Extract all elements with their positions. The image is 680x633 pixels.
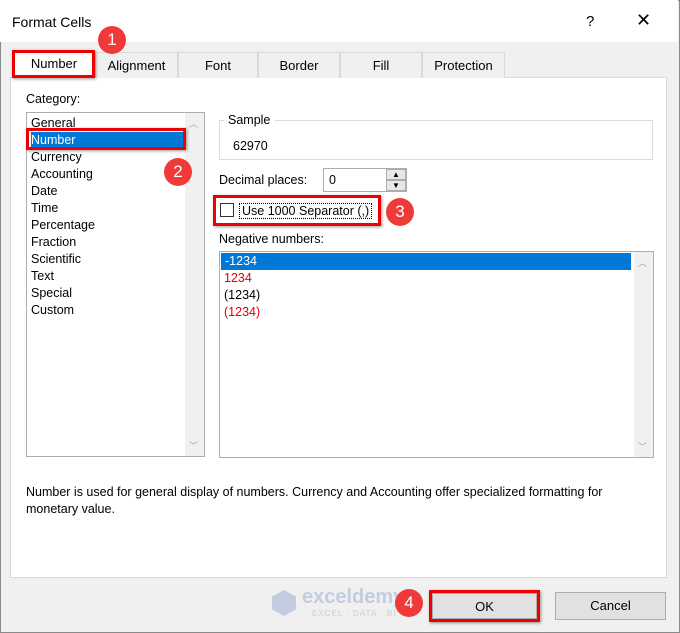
category-item-time[interactable]: Time: [31, 200, 58, 217]
decimal-places-label: Decimal places:: [219, 173, 308, 187]
step-badge-4: 4: [395, 589, 423, 617]
category-item-accounting[interactable]: Accounting: [31, 166, 93, 183]
exceldemy-logo-icon: [272, 590, 296, 616]
highlight-box-number-category: [26, 128, 186, 150]
category-item-special[interactable]: Special: [31, 285, 72, 302]
category-item-text[interactable]: Text: [31, 268, 54, 285]
category-item-scientific[interactable]: Scientific: [31, 251, 81, 268]
step-badge-3: 3: [386, 198, 414, 226]
tab-border[interactable]: Border: [258, 52, 340, 78]
category-label: Category:: [26, 92, 81, 106]
scroll-up-icon[interactable]: ︿: [638, 256, 647, 269]
highlight-box-ok: [429, 590, 540, 622]
negative-item-2[interactable]: 1234: [224, 270, 252, 287]
category-item-fraction[interactable]: Fraction: [31, 234, 76, 251]
dialog-title: Format Cells: [12, 14, 92, 30]
decimal-places-value[interactable]: 0: [329, 173, 336, 187]
tab-fill[interactable]: Fill: [340, 52, 422, 78]
category-item-currency[interactable]: Currency: [31, 149, 82, 166]
scroll-down-icon[interactable]: ﹀: [189, 439, 198, 452]
close-button[interactable]: ✕: [636, 10, 651, 31]
step-badge-2: 2: [164, 158, 192, 186]
negative-item-3[interactable]: (1234): [224, 287, 260, 304]
category-item-custom[interactable]: Custom: [31, 302, 74, 319]
step-badge-1: 1: [98, 26, 126, 54]
negative-scrollbar[interactable]: ︿ ﹀: [634, 252, 653, 457]
spin-down-icon[interactable]: ▼: [386, 180, 406, 191]
sample-group: [219, 120, 653, 160]
sample-value: 62970: [233, 139, 268, 153]
watermark-tagline: EXCEL - DATA - BI: [312, 609, 397, 618]
watermark-name: exceldemy: [302, 586, 405, 608]
help-button[interactable]: ?: [586, 13, 594, 30]
tab-protection[interactable]: Protection: [422, 52, 505, 78]
negative-item-4[interactable]: (1234): [224, 304, 260, 321]
decimal-places-spinner[interactable]: 0 ▲ ▼: [323, 168, 407, 192]
cancel-button[interactable]: Cancel: [555, 592, 666, 620]
negative-item-1[interactable]: -1234: [221, 253, 631, 270]
highlight-box-separator: [213, 195, 381, 226]
description-line-1: Number is used for general display of nu…: [26, 485, 603, 499]
tab-font[interactable]: Font: [178, 52, 258, 78]
category-item-date[interactable]: Date: [31, 183, 57, 200]
tab-alignment[interactable]: Alignment: [95, 52, 178, 78]
highlight-box-number-tab: [12, 50, 95, 78]
spin-up-icon[interactable]: ▲: [386, 169, 406, 180]
category-item-percentage[interactable]: Percentage: [31, 217, 95, 234]
negative-numbers-list[interactable]: -1234 1234 (1234) (1234) ︿ ﹀: [219, 251, 654, 458]
description-line-2: monetary value.: [26, 502, 115, 516]
sample-label: Sample: [228, 113, 271, 127]
scroll-down-icon[interactable]: ﹀: [638, 440, 647, 453]
negative-numbers-label: Negative numbers:: [219, 232, 324, 246]
scroll-up-icon[interactable]: ︿: [189, 117, 198, 130]
